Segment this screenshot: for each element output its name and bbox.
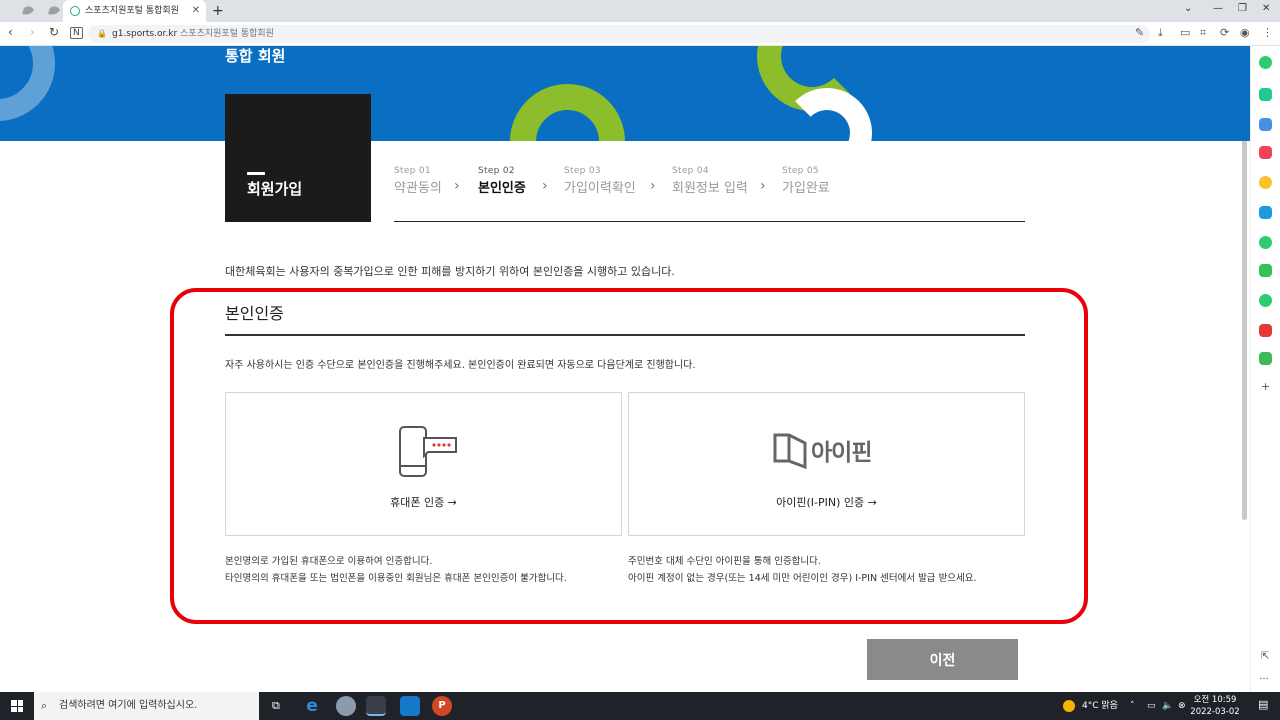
cast-icon[interactable]: ▭: [1180, 26, 1190, 39]
step-number: Step 05: [782, 166, 819, 176]
step-1: Step 01 약관동의: [394, 166, 442, 196]
action-center-icon[interactable]: ▤: [1258, 698, 1268, 711]
tab-search-chevron-icon[interactable]: ⌄: [1184, 0, 1192, 18]
restore-icon[interactable]: ❐: [1238, 0, 1247, 18]
windows-taskbar: ⌕ 검색하려면 여기에 입력하십시오. ⧉ e P 4°C 맑음 ˄ ▭ 🔈 ⊗…: [0, 692, 1280, 720]
forward-icon[interactable]: ›: [30, 25, 35, 39]
task-view-icon[interactable]: ⧉: [272, 699, 280, 713]
tab-close-icon[interactable]: ✕: [192, 0, 200, 22]
screenshot-icon[interactable]: ⌗: [1200, 26, 1206, 40]
back-icon[interactable]: ‹: [8, 25, 13, 39]
step-progress: Step 01 약관동의 › Step 02 본인인증 › Step 03 가입…: [394, 166, 1025, 222]
network-icon[interactable]: ▭: [1147, 692, 1156, 720]
step-label: 가입이력확인: [564, 181, 636, 196]
weather-sun-icon: [1063, 700, 1075, 712]
browser-tab-strip: 스포츠지원포털 통합회원 ✕ + ⌄ — ❐ ✕: [0, 0, 1280, 22]
app-icon[interactable]: [336, 696, 356, 716]
green-app-icon[interactable]: [1259, 56, 1272, 69]
site-favicon-icon: [70, 6, 80, 16]
profile-icon[interactable]: ◉: [1240, 26, 1250, 39]
step-label: 약관동의: [394, 181, 442, 196]
mail-app-icon[interactable]: [1259, 88, 1272, 101]
browser-tab-active[interactable]: 스포츠지원포털 통합회원 ✕: [63, 0, 206, 22]
edge-browser-icon[interactable]: e: [302, 696, 322, 716]
whale-browser-icon[interactable]: [366, 696, 386, 716]
page-banner: 통합 회원: [0, 46, 1250, 141]
step-label: 가입완료: [782, 181, 830, 196]
step-number: Step 01: [394, 166, 431, 176]
highlight-annotation-box: [170, 288, 1088, 624]
step-5: Step 05 가입완료: [782, 166, 830, 196]
new-tab-icon[interactable]: +: [212, 0, 224, 22]
join-title-box: 회원가입: [225, 94, 371, 222]
clock-date: 2022-03-02: [1190, 707, 1240, 717]
join-title: 회원가입: [247, 180, 303, 198]
tab-title: 스포츠지원포털 통합회원: [85, 6, 179, 16]
taskbar-clock[interactable]: 오전 10:59 2022-03-02: [1190, 694, 1240, 718]
page-title: 통합 회원: [225, 47, 286, 65]
download-icon[interactable]: ⤓: [1158, 26, 1163, 40]
extension-puzzle-icon[interactable]: ✎: [1135, 26, 1144, 39]
chevron-right-icon: ›: [760, 178, 766, 194]
volume-icon[interactable]: 🔈: [1162, 692, 1173, 720]
menu-icon[interactable]: ⋮: [1262, 26, 1273, 39]
minimize-icon[interactable]: —: [1213, 0, 1223, 18]
banner-decoration: [510, 84, 625, 141]
play-app-icon[interactable]: [1259, 236, 1272, 249]
url-title: 스포츠지원포털 통합회원: [180, 29, 274, 39]
naver-n-icon[interactable]: N: [70, 27, 83, 39]
previous-button[interactable]: 이전: [867, 639, 1018, 680]
page-scrollbar[interactable]: [1242, 140, 1247, 520]
step-number: Step 03: [564, 166, 601, 176]
step-3: Step 03 가입이력확인: [564, 166, 636, 196]
taskbar-search-input[interactable]: ⌕ 검색하려면 여기에 입력하십시오.: [34, 692, 259, 720]
banner-decoration: [0, 46, 55, 121]
notification-off-icon[interactable]: ⊗: [1178, 692, 1186, 720]
reload-icon[interactable]: ↻: [49, 25, 59, 39]
title-accent-bar: [247, 172, 265, 175]
powerpoint-icon[interactable]: P: [432, 696, 452, 716]
chevron-right-icon: ›: [650, 178, 656, 194]
step-number: Step 02: [478, 166, 515, 176]
chevron-right-icon: ›: [454, 178, 460, 194]
step-2: Step 02 본인인증: [478, 166, 526, 196]
windows-start-icon[interactable]: [11, 700, 23, 712]
browser-toolbar: ‹ › ↻ N 🔒 g1.sports.or.kr 스포츠지원포털 통합회원 ✎…: [0, 22, 1280, 46]
map-pin-app-icon[interactable]: [1259, 352, 1272, 365]
search-placeholder: 검색하려면 여기에 입력하십시오.: [59, 700, 198, 711]
star-app-icon[interactable]: [1259, 176, 1272, 189]
url-host: g1.sports.or.kr: [112, 29, 178, 39]
chevron-right-icon: ›: [542, 178, 548, 194]
tray-chevron-icon[interactable]: ˄: [1130, 692, 1135, 720]
address-bar[interactable]: 🔒 g1.sports.or.kr 스포츠지원포털 통합회원: [88, 25, 1150, 43]
bird-tab-icon[interactable]: [10, 2, 62, 22]
step-label: 회원정보 입력: [672, 181, 748, 196]
chat-app-icon[interactable]: [1259, 264, 1272, 277]
step-4: Step 04 회원정보 입력: [672, 166, 748, 196]
window-close-icon[interactable]: ✕: [1262, 0, 1270, 18]
news-app-icon[interactable]: [1259, 324, 1272, 337]
talk-app-icon[interactable]: [1259, 294, 1272, 307]
pocket-app-icon[interactable]: [1259, 146, 1272, 159]
search-icon: ⌕: [41, 699, 48, 712]
app-icon[interactable]: [400, 696, 420, 716]
open-external-icon[interactable]: ⇱: [1261, 651, 1269, 662]
more-icon[interactable]: …: [1259, 671, 1269, 682]
weather-text[interactable]: 4°C 맑음: [1082, 692, 1118, 720]
add-app-icon[interactable]: +: [1261, 380, 1270, 393]
side-panel: + ⇱ …: [1250, 46, 1280, 692]
edu-app-icon[interactable]: [1259, 206, 1272, 219]
lock-icon: 🔒: [97, 29, 107, 38]
step-number: Step 04: [672, 166, 709, 176]
calendar-app-icon[interactable]: [1259, 118, 1272, 131]
sync-icon[interactable]: ⟳: [1220, 26, 1229, 39]
clock-time: 오전 10:59: [1193, 695, 1237, 705]
step-label: 본인인증: [478, 181, 526, 196]
intro-text: 대한체육회는 사용자의 중복가입으로 인한 피해를 방지하기 위하여 본인인증을…: [225, 265, 675, 278]
